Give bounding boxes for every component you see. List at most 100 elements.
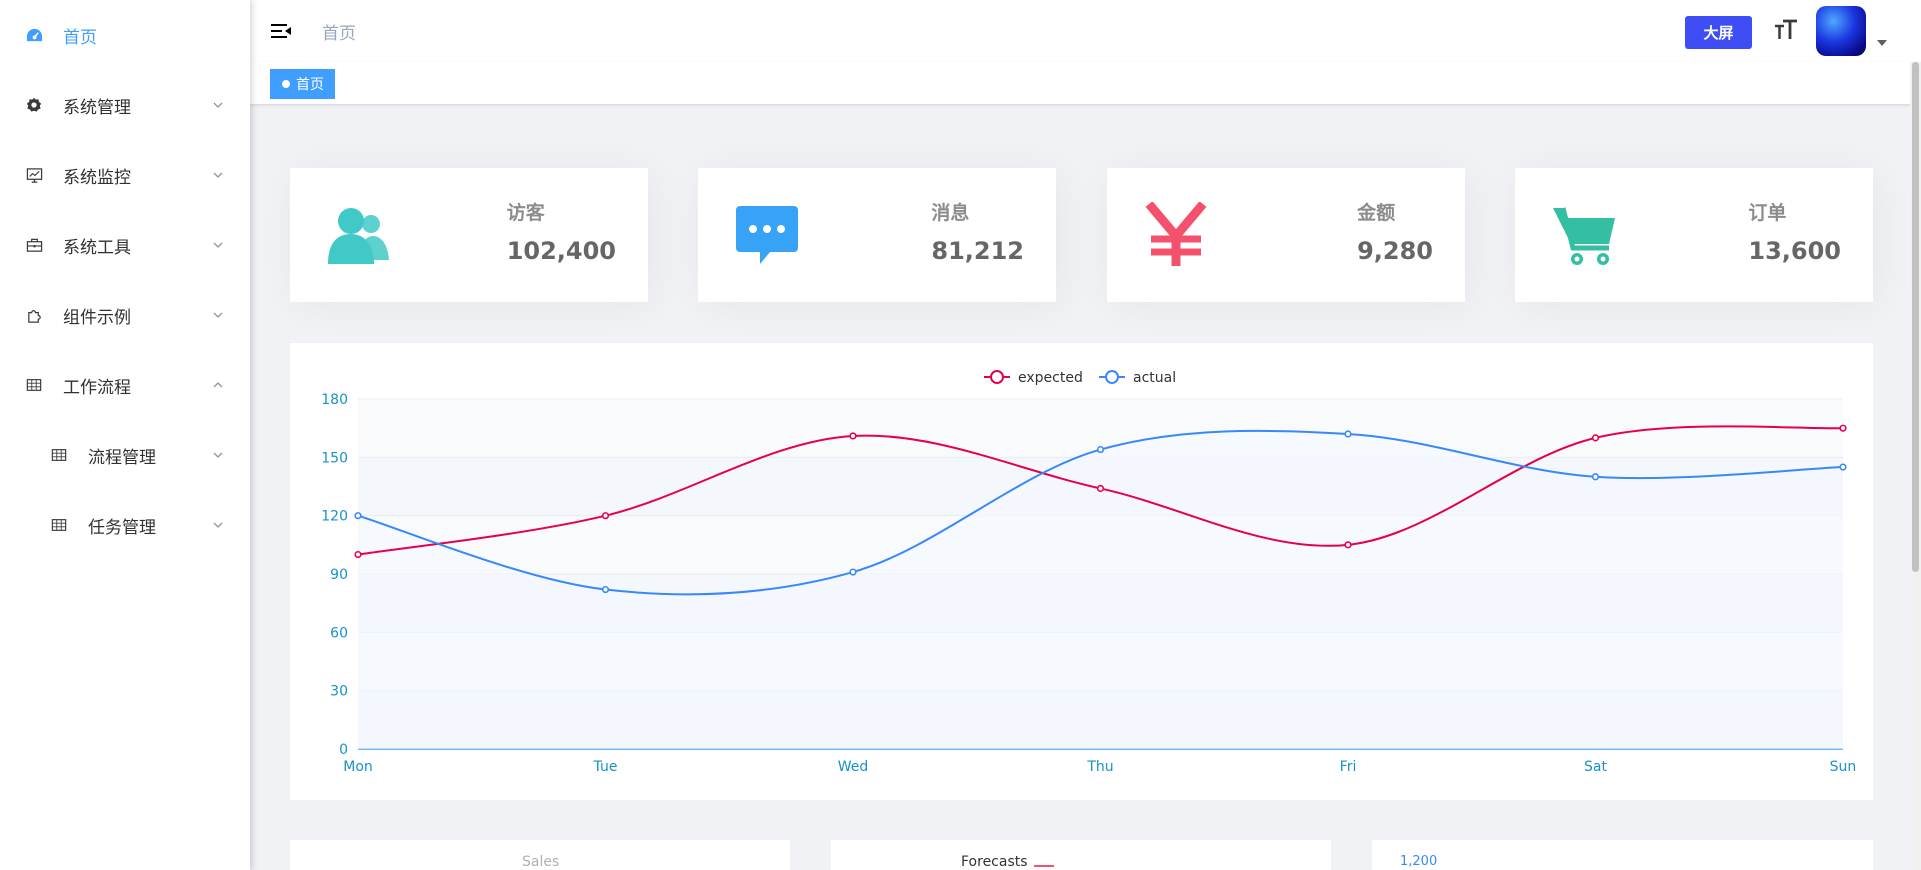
y-tick-label: 120 [321, 509, 348, 525]
stat-card-value: 81,212 [931, 237, 1024, 265]
data-point-actual [601, 585, 610, 594]
x-tick-label: Wed [838, 759, 869, 775]
avatar[interactable] [1816, 6, 1866, 56]
data-point-expected [1096, 484, 1105, 493]
sidebar-item-7[interactable]: 任务管理 [0, 490, 250, 560]
stat-card-1[interactable]: 消息 81,212 [698, 168, 1056, 302]
stat-card-3[interactable]: 订单 13,600 [1515, 168, 1873, 302]
table-icon [50, 446, 68, 464]
stat-card-value: 102,400 [506, 237, 616, 265]
y-tick-label: 90 [330, 567, 348, 583]
x-tick-label: Sun [1830, 759, 1857, 775]
users-icon [326, 202, 392, 268]
tag-label: 首页 [296, 77, 324, 93]
data-point-expected [1344, 541, 1352, 549]
sidebar-item-label: 系统监控 [63, 167, 131, 188]
sales-chart-panel: Sales [290, 840, 790, 870]
dashboard-icon [25, 26, 43, 44]
data-point-expected [849, 432, 857, 440]
chevron-down-icon[interactable] [212, 519, 224, 531]
sidebar-item-6[interactable]: 流程管理 [0, 420, 250, 490]
sidebar-item-label: 组件示例 [63, 307, 131, 328]
data-point-actual [354, 512, 362, 520]
data-point-actual [1344, 430, 1352, 438]
table-icon [25, 376, 43, 394]
stat-card-value: 13,600 [1748, 237, 1841, 265]
scrollbar-thumb[interactable] [1912, 62, 1919, 572]
legend-label-actual: actual [1133, 370, 1176, 386]
chevron-down-icon[interactable] [212, 309, 224, 321]
navbar: 首页 大屏 [250, 0, 1921, 62]
x-tick-label: Sat [1584, 759, 1607, 775]
stat-card-label: 订单 [1748, 202, 1787, 224]
font-size-icon[interactable] [1773, 17, 1799, 43]
x-tick-label: Fri [1340, 759, 1357, 775]
data-point-expected [1591, 434, 1600, 442]
legend-marker-actual [1105, 370, 1119, 384]
sidebar-item-1[interactable]: 系统管理 [0, 70, 250, 140]
third-chart-panel: 1,200 [1372, 840, 1873, 870]
third-chart-axis-label: 1,200 [1400, 854, 1438, 869]
line-chart-panel: 0 30 60 90 120 150 180 Mon Tue Wed Thu Fri Sat Sun exp… [290, 343, 1873, 800]
y-tick-label: 150 [321, 450, 348, 466]
legend-label-expected: expected [1018, 370, 1083, 386]
sidebar-item-label: 工作流程 [63, 377, 131, 398]
sidebar-item-label: 系统工具 [63, 237, 131, 258]
x-tick-label: Tue [593, 759, 618, 775]
x-tick-label: Mon [343, 759, 373, 775]
gear-icon [25, 96, 43, 114]
page-scrollbar[interactable] [1910, 62, 1921, 870]
sidebar-item-4[interactable]: 组件示例 [0, 280, 250, 350]
caret-down-icon[interactable] [1877, 40, 1887, 46]
table-icon [50, 516, 68, 534]
y-tick-label: 180 [321, 392, 348, 408]
y-tick-label: 60 [330, 625, 348, 641]
sidebar-item-3[interactable]: 系统工具 [0, 210, 250, 280]
stat-card-label: 访客 [506, 202, 545, 224]
data-point-expected [1839, 424, 1847, 432]
data-point-actual [849, 568, 857, 576]
chevron-down-icon[interactable] [212, 449, 224, 461]
tags-view: 首页 [250, 62, 1921, 105]
stat-card-2[interactable]: 金额 9,280 [1107, 168, 1465, 302]
hamburger-icon[interactable] [270, 20, 292, 42]
sidebar-item-label: 任务管理 [88, 517, 156, 538]
stat-card-value: 9,280 [1357, 237, 1433, 265]
sidebar-item-2[interactable]: 系统监控 [0, 140, 250, 210]
chevron-up-icon[interactable] [212, 379, 224, 391]
stat-card-label: 消息 [931, 202, 970, 224]
sidebar-item-5[interactable]: 工作流程 [0, 350, 250, 420]
y-tick-label: 30 [330, 684, 348, 700]
toolbox-icon [25, 236, 43, 254]
yen-icon [1143, 201, 1209, 268]
chevron-down-icon[interactable] [212, 239, 224, 251]
bigscreen-button[interactable]: 大屏 [1685, 16, 1752, 49]
sidebar-item-label: 系统管理 [63, 97, 131, 118]
forecasts-legend-swatch [1034, 865, 1054, 867]
legend-marker-expected [990, 370, 1004, 384]
stat-card-label: 金额 [1357, 202, 1396, 224]
sidebar-item-label: 流程管理 [88, 447, 156, 468]
tag-home[interactable]: 首页 [270, 69, 335, 99]
sidebar-item-label: 首页 [63, 27, 97, 48]
forecasts-chart-panel: Forecasts [831, 840, 1331, 870]
chevron-down-icon[interactable] [212, 169, 224, 181]
data-point-expected [601, 512, 610, 520]
forecasts-legend-label: Forecasts [961, 854, 1028, 870]
data-point-actual [1591, 473, 1600, 481]
sidebar-item-0[interactable]: 首页 [0, 0, 250, 70]
data-point-actual [1096, 445, 1105, 454]
sidebar: 首页系统管理系统监控系统工具组件示例工作流程流程管理任务管理 [0, 0, 250, 870]
message-icon [734, 202, 800, 268]
y-tick-label: 0 [339, 742, 348, 758]
data-point-expected [354, 550, 362, 559]
stat-card-0[interactable]: 访客 102,400 [290, 168, 648, 302]
monitor-icon [25, 166, 43, 184]
breadcrumb: 首页 [322, 23, 356, 44]
data-point-actual [1839, 463, 1847, 471]
chevron-down-icon[interactable] [212, 99, 224, 111]
x-tick-label: Thu [1086, 759, 1113, 775]
cart-icon [1551, 202, 1617, 268]
active-dot-icon [282, 80, 290, 88]
line-chart: 0 30 60 90 120 150 180 Mon Tue Wed Thu Fri Sat Sun exp… [321, 370, 1857, 775]
